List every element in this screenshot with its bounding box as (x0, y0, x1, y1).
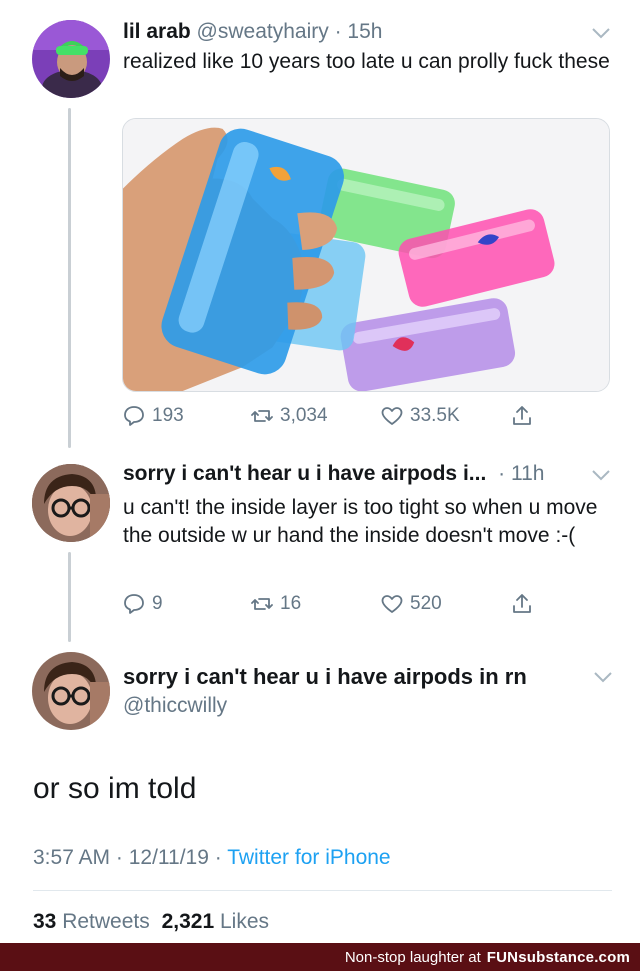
avatar[interactable] (32, 20, 110, 98)
reply-icon (124, 594, 144, 614)
watermark-brand: FUNsubstance.com (486, 948, 630, 966)
tweet-actions: 9 16 520 (122, 589, 542, 619)
share-icon (513, 406, 531, 425)
thread-line-2 (68, 552, 71, 642)
reply-count: 9 (152, 593, 163, 614)
reply-button[interactable]: 9 (122, 589, 163, 619)
share-button[interactable] (510, 589, 534, 619)
retweet-label[interactable]: Retweets (62, 910, 150, 933)
tweet-header: lil arab @sweatyhairy · 15h (123, 20, 382, 44)
avatar[interactable] (32, 652, 110, 730)
watermark-banner: Non-stop laughter at FUNsubstance.com (0, 943, 640, 971)
chevron-down-icon[interactable] (590, 468, 612, 482)
thread-line-1 (68, 108, 71, 448)
like-button[interactable]: 520 (380, 589, 442, 619)
retweet-count: 16 (280, 593, 302, 614)
reply-count: 193 (152, 405, 184, 426)
retweet-button[interactable]: 3,034 (250, 401, 328, 431)
display-name[interactable]: lil arab (123, 20, 191, 43)
like-total[interactable]: 2,321 (162, 910, 215, 933)
like-count: 520 (410, 593, 442, 614)
like-button[interactable]: 33.5K (380, 401, 460, 431)
retweet-icon (251, 598, 273, 610)
tweet-stats: 33 Retweets 2,321 Likes (33, 910, 269, 934)
chevron-down-icon[interactable] (592, 670, 614, 684)
user-handle[interactable]: @sweatyhairy (197, 20, 329, 43)
tweet-text: realized like 10 years too late u can pr… (123, 50, 610, 73)
tweet-text: u can't! the inside layer is too tight s… (123, 496, 598, 547)
chevron-down-icon[interactable] (590, 26, 612, 40)
tweet-time[interactable]: · 15h (335, 20, 383, 43)
like-label[interactable]: Likes (220, 910, 269, 933)
retweet-icon (251, 410, 273, 422)
heart-icon (381, 407, 403, 425)
watermark-tagline: Non-stop laughter at (344, 948, 481, 966)
user-handle[interactable]: @thiccwilly (123, 694, 227, 718)
share-button[interactable] (510, 401, 534, 431)
tweet-time[interactable]: · 11h (498, 462, 544, 485)
tweet-metadata: 3:57 AM · 12/11/19 · Twitter for iPhone (33, 846, 391, 870)
tweet-actions: 193 3,034 33.5K (122, 401, 542, 431)
like-count: 33.5K (410, 405, 460, 426)
share-icon (513, 594, 531, 613)
reply-icon (124, 406, 144, 426)
tweet-timestamp: 3:57 AM · 12/11/19 · (33, 846, 222, 869)
display-name[interactable]: sorry i can't hear u i have airpods i... (123, 462, 486, 485)
tweet-header: sorry i can't hear u i have airpods i...… (123, 462, 544, 486)
tweet-source-link[interactable]: Twitter for iPhone (227, 846, 390, 869)
display-name[interactable]: sorry i can't hear u i have airpods in r… (123, 664, 527, 690)
tweet-text: or so im told (33, 772, 197, 805)
divider (33, 890, 612, 891)
reply-button[interactable]: 193 (122, 401, 184, 431)
avatar[interactable] (32, 464, 110, 542)
heart-icon (381, 595, 403, 613)
retweet-total[interactable]: 33 (33, 910, 56, 933)
retweet-count: 3,034 (280, 405, 328, 426)
retweet-button[interactable]: 16 (250, 589, 301, 619)
tweet-image[interactable] (122, 118, 610, 392)
